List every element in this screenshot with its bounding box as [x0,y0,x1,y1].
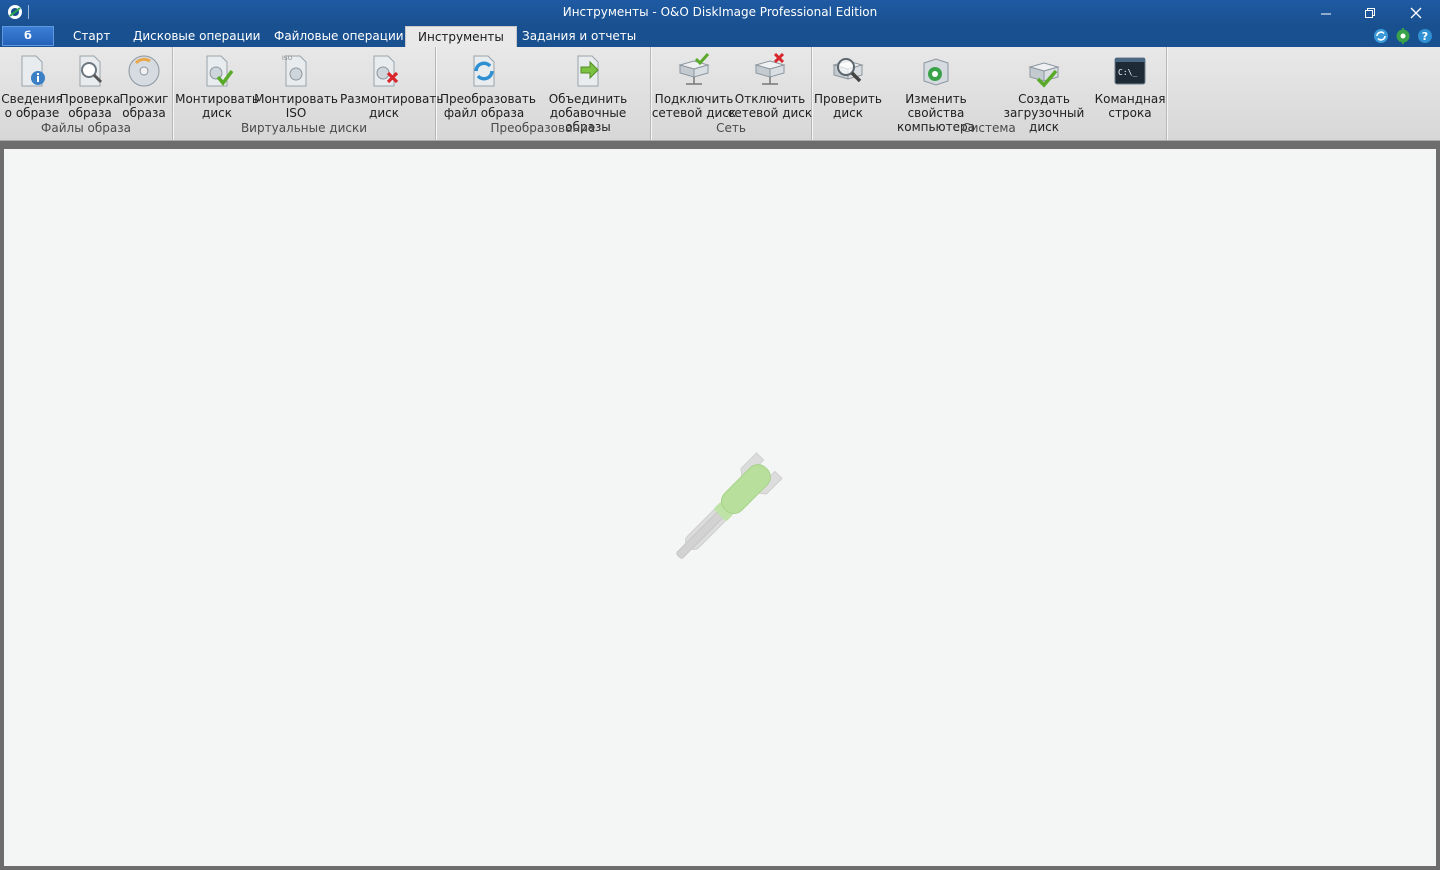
restore-icon [1365,8,1375,18]
group-virtual-disks: Монтировать диск ISO Монтировать ISO Размо… [173,47,443,140]
title-bar: Инструменты - O&O DiskImage Professional… [0,0,1440,26]
mount-iso-button[interactable]: ISO Монтировать ISO [254,50,338,120]
create-boot-disk-button[interactable]: Создать загрузочный диск [1004,50,1084,134]
mount-disk-icon [206,55,234,87]
group-network: Подключить сетевой диск Отключить сетевой … [651,47,812,140]
computer-properties-button[interactable]: Изменить свойства компьютера [897,50,975,134]
quick-access-separator [28,5,29,19]
check-disk-icon [832,58,864,83]
convert-image-icon [473,55,495,87]
group-label-system: Система [962,121,1016,135]
mount-disk-button[interactable]: Монтировать диск [175,50,259,120]
disconnect-network-drive-button[interactable]: Отключить сетевой диск [728,50,812,120]
help-icon[interactable]: ? [1416,27,1434,45]
command-prompt-icon: C:\_ [1114,57,1146,85]
unmount-disk-button[interactable]: Размонтировать диск [340,50,443,120]
tab-jobs-reports[interactable]: Задания и отчеты [510,26,648,47]
update-icon[interactable] [1372,27,1390,45]
tab-start[interactable]: Старт [61,26,122,47]
minimize-icon [1321,13,1331,15]
group-conversion: Преобразовать файл образа Объединить добав… [436,47,651,140]
boot-disk-icon [1028,62,1060,88]
merge-images-button[interactable]: Объединить добавочные образы [549,50,627,134]
app-logo-icon[interactable] [6,3,24,21]
content-frame [0,141,1440,870]
group-system: Проверить диск Изменить свойства компьютер… [812,47,1167,140]
convert-image-button[interactable]: Преобразовать файл образа [440,50,536,120]
unmount-disk-icon [373,55,399,87]
connect-network-drive-icon [678,53,710,85]
disconnect-network-drive-icon [754,53,786,85]
group-label-network: Сеть [716,121,746,135]
merge-images-icon [577,55,599,87]
burn-disc-icon [128,55,160,87]
close-button[interactable] [1394,0,1438,26]
check-disk-button[interactable]: Проверить диск [814,50,882,120]
group-label-image-files: Файлы образа [41,121,131,135]
settings-icon[interactable] [1394,27,1412,45]
tab-tools[interactable]: Инструменты [405,26,517,47]
command-prompt-button[interactable]: C:\_ Командная строка [1095,50,1165,120]
window-title: Инструменты - O&O DiskImage Professional… [562,5,878,19]
restore-button[interactable] [1348,0,1392,26]
mount-iso-icon: ISO [282,55,307,87]
main-content-area [4,149,1436,866]
close-icon [1410,7,1422,19]
ribbon-panel: Сведения о образе Проверка образа Прожиг об… [0,47,1440,141]
group-label-virtual-disks: Виртуальные диски [240,121,368,135]
group-label-conversion: Преобразование [490,121,596,135]
tab-file-operations[interactable]: Файловые операции [262,26,416,47]
group-image-files: Сведения о образе Проверка образа Прожиг об… [0,47,173,140]
tab-disk-operations[interactable]: Дисковые операции [121,26,272,47]
file-menu-tab[interactable]: б [2,26,54,46]
connect-network-drive-button[interactable]: Подключить сетевой диск [652,50,736,120]
burn-image-button[interactable]: Прожиг образа [120,50,168,120]
image-info-icon [21,55,45,87]
svg-text:ISO: ISO [282,55,293,62]
top-right-toolbar: ? [1372,27,1434,45]
image-check-icon [79,55,103,87]
computer-properties-icon [923,58,949,86]
tools-watermark-icon [676,452,783,559]
ribbon-tab-bar: б Старт Дисковые операции Файловые опера… [0,26,1440,47]
svg-text:?: ? [1422,30,1428,43]
svg-text:C:\_: C:\_ [1118,68,1137,77]
minimize-button[interactable] [1304,0,1348,26]
